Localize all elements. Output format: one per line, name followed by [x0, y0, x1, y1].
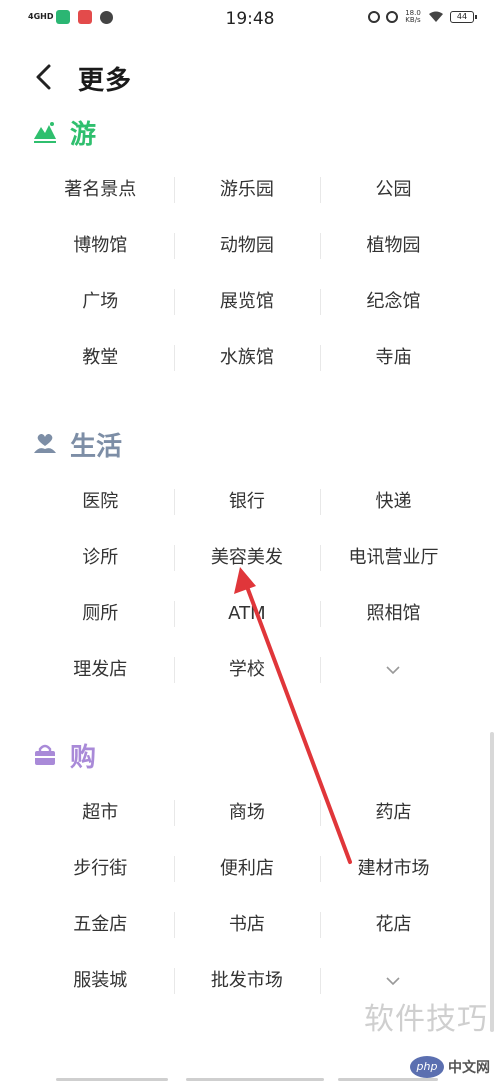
- chevron-down-icon: [386, 977, 401, 986]
- category-item[interactable]: 银行: [173, 474, 321, 530]
- header: 更多: [0, 52, 500, 102]
- mountain-icon: [34, 122, 56, 143]
- category-item[interactable]: 展览馆: [173, 274, 321, 330]
- category-item[interactable]: 公园: [320, 162, 467, 218]
- category-item[interactable]: 照相馆: [320, 586, 467, 642]
- php-logo: php: [410, 1056, 444, 1078]
- heart-hand-icon: [34, 433, 56, 453]
- grid-row: 诊所 美容美发 电讯营业厅: [27, 530, 467, 586]
- category-item[interactable]: 药店: [320, 785, 467, 841]
- category-item[interactable]: 教堂: [27, 330, 174, 386]
- watermark-badge: php 中文网: [410, 1056, 490, 1078]
- grid-row: 超市 商场 药店: [27, 785, 467, 841]
- grid-row: 厕所 ATM 照相馆: [27, 586, 467, 642]
- category-item[interactable]: 水族馆: [173, 330, 321, 386]
- watermark-text: 软件技巧: [364, 1002, 488, 1037]
- category-item[interactable]: 步行街: [27, 841, 174, 897]
- battery-icon: 44: [450, 11, 477, 23]
- network-speed: 18.0 KB/s: [405, 9, 421, 24]
- category-item[interactable]: 著名景点: [27, 162, 174, 218]
- category-item[interactable]: 厕所: [27, 586, 174, 642]
- nav-handle: [338, 1078, 438, 1081]
- wifi-icon: [429, 11, 443, 22]
- category-item[interactable]: 游乐园: [173, 162, 321, 218]
- category-item[interactable]: 博物馆: [27, 218, 174, 274]
- chevron-down-icon: [386, 666, 401, 675]
- category-item[interactable]: 植物园: [320, 218, 467, 274]
- section-title: 生活: [70, 431, 123, 462]
- category-item[interactable]: 动物园: [173, 218, 321, 274]
- status-bar: 4GHD 19:48 18.0 KB/s 44: [0, 0, 500, 40]
- category-item[interactable]: 五金店: [27, 897, 174, 953]
- nav-handle: [186, 1078, 324, 1081]
- grid-row: 医院 银行 快递: [27, 474, 467, 530]
- section-title: 游: [70, 119, 97, 150]
- location-icon: [368, 11, 380, 23]
- category-item[interactable]: 服装城: [27, 953, 174, 1009]
- category-item[interactable]: 电讯营业厅: [320, 530, 467, 586]
- category-item[interactable]: 广场: [27, 274, 174, 330]
- category-item[interactable]: 诊所: [27, 530, 174, 586]
- scrollbar[interactable]: [490, 732, 494, 1032]
- category-item[interactable]: 快递: [320, 474, 467, 530]
- category-item[interactable]: 建材市场: [320, 841, 467, 897]
- grid-row: 博物馆 动物园 植物园: [27, 218, 467, 274]
- back-arrow-icon[interactable]: [30, 62, 60, 92]
- category-item[interactable]: 批发市场: [173, 953, 321, 1009]
- grid-row: 理发店 学校: [27, 642, 467, 698]
- grid-row: 教堂 水族馆 寺庙: [27, 330, 467, 386]
- grid-row: 广场 展览馆 纪念馆: [27, 274, 467, 330]
- alarm-icon: [386, 11, 398, 23]
- page-title: 更多: [78, 66, 133, 96]
- grid-row: 著名景点 游乐园 公园: [27, 162, 467, 218]
- category-item[interactable]: 理发店: [27, 642, 174, 698]
- category-item[interactable]: 美容美发: [173, 530, 321, 586]
- category-item[interactable]: 学校: [173, 642, 321, 698]
- category-item[interactable]: ATM: [173, 586, 321, 642]
- category-item[interactable]: 便利店: [173, 841, 321, 897]
- nav-handle: [56, 1078, 168, 1081]
- category-item[interactable]: 书店: [173, 897, 321, 953]
- grid-row: 步行街 便利店 建材市场: [27, 841, 467, 897]
- shopping-bag-icon: [35, 744, 55, 765]
- grid-row: 五金店 书店 花店: [27, 897, 467, 953]
- category-item[interactable]: 纪念馆: [320, 274, 467, 330]
- category-item[interactable]: 医院: [27, 474, 174, 530]
- category-item[interactable]: 商场: [173, 785, 321, 841]
- category-item[interactable]: 花店: [320, 897, 467, 953]
- expand-button[interactable]: [320, 642, 467, 698]
- section-title: 购: [70, 742, 97, 773]
- category-item[interactable]: 超市: [27, 785, 174, 841]
- watermark-site: 中文网: [448, 1060, 490, 1076]
- category-item[interactable]: 寺庙: [320, 330, 467, 386]
